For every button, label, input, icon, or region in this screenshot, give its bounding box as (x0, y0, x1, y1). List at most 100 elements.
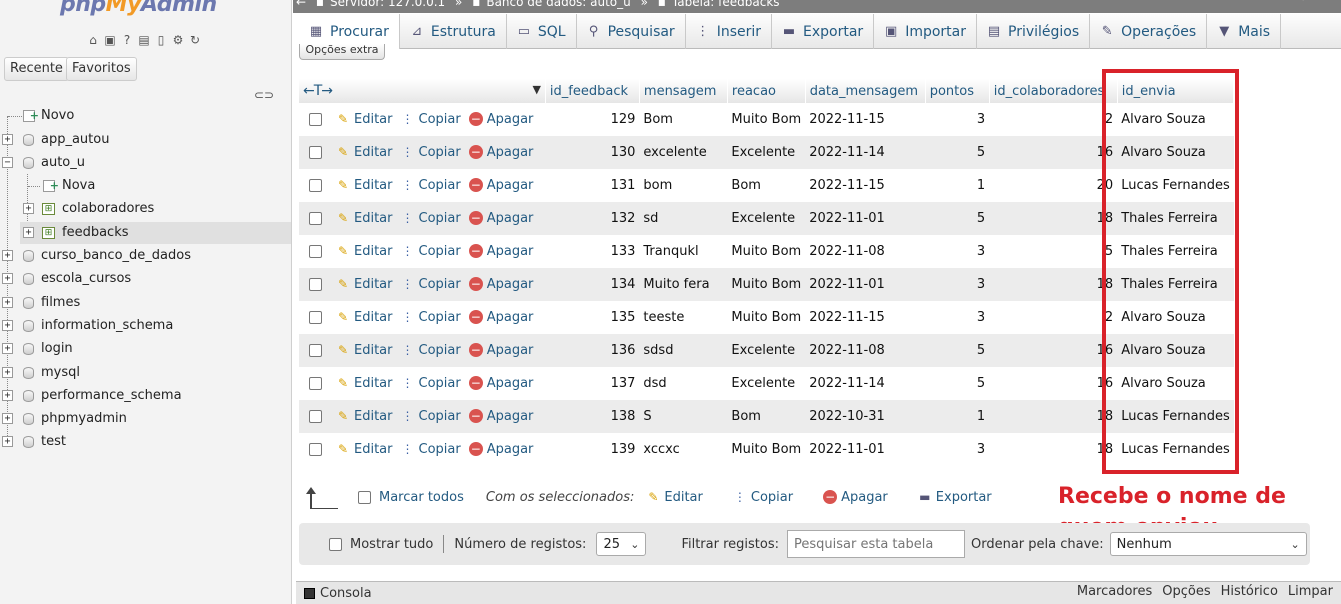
back-arrow-icon[interactable]: ← (296, 0, 306, 9)
cell-mensagem[interactable]: sdsd (639, 334, 728, 367)
delete-button[interactable]: − Apagar (468, 145, 533, 160)
column-resize-header[interactable]: ←T→ ▼ (299, 79, 546, 103)
cell-id-colaboradores[interactable]: 2 (989, 301, 1118, 334)
tree-item-performance-schema[interactable]: + performance_schema (0, 385, 291, 407)
edit-button[interactable]: ✎ Editar (336, 112, 393, 127)
cell-id-colaboradores[interactable]: 16 (989, 367, 1118, 400)
table-row[interactable]: ✎ Editar ⋮ Copiar − Apagar 137 dsd Excelente … (299, 367, 1234, 400)
copy-button[interactable]: ⋮ Copiar (401, 244, 461, 259)
cell-id-feedback[interactable]: 136 (545, 334, 640, 367)
cell-mensagem[interactable]: S (639, 400, 728, 433)
collapse-icon[interactable]: − (2, 157, 13, 168)
cell-mensagem[interactable]: sd (639, 202, 728, 235)
cell-reacao[interactable]: Muito Bom (727, 433, 806, 466)
cell-id-colaboradores[interactable]: 16 (989, 136, 1118, 169)
row-checkbox[interactable] (309, 377, 322, 390)
tab-sql[interactable]: ▭ SQL (507, 14, 577, 49)
delete-button[interactable]: − Apagar (468, 211, 533, 226)
check-all-checkbox[interactable] (358, 490, 371, 504)
table-row[interactable]: ✎ Editar ⋮ Copiar − Apagar 139 xccxc Muito Bo… (299, 433, 1234, 466)
expand-icon[interactable]: + (2, 250, 13, 261)
cell-pontos[interactable]: 3 (925, 268, 990, 301)
cell-id-feedback[interactable]: 139 (545, 433, 640, 466)
tree-item-nova[interactable]: Nova (0, 175, 291, 197)
row-checkbox[interactable] (309, 179, 322, 192)
row-checkbox[interactable] (309, 344, 322, 357)
delete-button[interactable]: − Apagar (468, 376, 533, 391)
cell-id-colaboradores[interactable]: 18 (989, 268, 1118, 301)
cell-reacao[interactable]: Muito Bom (727, 235, 806, 268)
tree-item-curso-banco-de-dados[interactable]: + curso_banco_de_dados (0, 245, 291, 267)
cell-pontos[interactable]: 5 (925, 136, 990, 169)
tab-estrutura[interactable]: ⊿ Estrutura (400, 14, 507, 49)
cell-data-mensagem[interactable]: 2022-11-08 (805, 334, 926, 367)
num-records-select[interactable]: 25 ⌄ (596, 532, 647, 556)
cell-pontos[interactable]: 5 (925, 334, 990, 367)
copy-button[interactable]: ⋮ Copiar (401, 145, 461, 160)
expand-icon[interactable]: + (2, 436, 13, 447)
check-all-link[interactable]: Marcar todos (379, 490, 464, 505)
edit-button[interactable]: ✎ Editar (336, 211, 393, 226)
edit-button[interactable]: ✎ Editar (336, 277, 393, 292)
copy-button[interactable]: ⋮ Copiar (401, 178, 461, 193)
tab-operacoes[interactable]: ✎ Operações (1090, 14, 1208, 49)
tree-item-filmes[interactable]: + filmes (0, 292, 291, 314)
doc-icon[interactable]: ▯ (154, 33, 168, 47)
expand-icon[interactable]: + (2, 134, 13, 145)
tree-item-escola-cursos[interactable]: + escola_cursos (0, 268, 291, 290)
cell-id-feedback[interactable]: 133 (545, 235, 640, 268)
cell-id-feedback[interactable]: 138 (545, 400, 640, 433)
bulk-delete-button[interactable]: − Apagar (823, 489, 888, 505)
cell-reacao[interactable]: Muito Bom (727, 268, 806, 301)
table-row[interactable]: ✎ Editar ⋮ Copiar − Apagar 134 Muito fera Mui… (299, 268, 1234, 301)
bulk-export-button[interactable]: ▬ Exportar (918, 490, 992, 505)
copy-button[interactable]: ⋮ Copiar (401, 277, 461, 292)
cell-pontos[interactable]: 1 (925, 400, 990, 433)
column-header-id-feedback[interactable]: id_feedback (545, 79, 640, 103)
history-link[interactable]: Histórico (1221, 584, 1278, 599)
cell-id-colaboradores[interactable]: 2 (989, 103, 1118, 136)
table-row[interactable]: ✎ Editar ⋮ Copiar − Apagar 132 sd Excelente 2… (299, 202, 1234, 235)
row-checkbox[interactable] (309, 443, 322, 456)
expand-icon[interactable]: + (2, 343, 13, 354)
cell-pontos[interactable]: 1 (925, 169, 990, 202)
delete-button[interactable]: − Apagar (468, 112, 533, 127)
tree-item-novo[interactable]: Novo (0, 105, 291, 127)
tree-item-test[interactable]: + test (0, 431, 291, 453)
cell-id-feedback[interactable]: 137 (545, 367, 640, 400)
cell-mensagem[interactable]: Muito fera (639, 268, 728, 301)
cell-id-feedback[interactable]: 135 (545, 301, 640, 334)
cell-data-mensagem[interactable]: 2022-10-31 (805, 400, 926, 433)
favorites-tab[interactable]: Favoritos (66, 57, 137, 81)
cell-mensagem[interactable]: bom (639, 169, 728, 202)
breadcrumb-server[interactable]: Servidor: 127.0.0.1 (330, 0, 445, 9)
edit-button[interactable]: ✎ Editar (336, 244, 393, 259)
table-row[interactable]: ✎ Editar ⋮ Copiar − Apagar 133 Tranqukl Muito… (299, 235, 1234, 268)
cell-reacao[interactable]: Muito Bom (727, 103, 806, 136)
cell-data-mensagem[interactable]: 2022-11-14 (805, 136, 926, 169)
tree-item-login[interactable]: + login (0, 338, 291, 360)
tree-item-information-schema[interactable]: + information_schema (0, 315, 291, 337)
delete-button[interactable]: − Apagar (468, 409, 533, 424)
expand-icon[interactable]: + (23, 227, 34, 238)
cell-mensagem[interactable]: excelente (639, 136, 728, 169)
table-row[interactable]: ✎ Editar ⋮ Copiar − Apagar 135 teeste Muito B… (299, 301, 1234, 334)
tree-item-colaboradores[interactable]: + ⊞ colaboradores (0, 198, 291, 220)
column-header-pontos[interactable]: pontos (925, 79, 990, 103)
table-row[interactable]: ✎ Editar ⋮ Copiar − Apagar 138 S Bom 2022-10-… (299, 400, 1234, 433)
tab-importar[interactable]: ▣ Importar (874, 14, 977, 49)
phpmyadmin-logo[interactable]: phpMyAdmin (60, 0, 217, 17)
row-checkbox[interactable] (309, 146, 322, 159)
settings-icon[interactable]: ⚙ (171, 33, 185, 47)
row-checkbox[interactable] (309, 311, 322, 324)
copy-button[interactable]: ⋮ Copiar (401, 376, 461, 391)
cell-pontos[interactable]: 3 (925, 103, 990, 136)
copy-button[interactable]: ⋮ Copiar (401, 343, 461, 358)
bulk-copy-button[interactable]: ⋮ Copiar (733, 490, 793, 505)
cell-mensagem[interactable]: dsd (639, 367, 728, 400)
cell-reacao[interactable]: Excelente (727, 136, 806, 169)
recent-tab[interactable]: Recente (4, 57, 69, 81)
expand-icon[interactable]: + (2, 390, 13, 401)
expand-icon[interactable]: + (23, 203, 34, 214)
breadcrumb-database[interactable]: Banco de dados: auto_u (486, 0, 630, 9)
